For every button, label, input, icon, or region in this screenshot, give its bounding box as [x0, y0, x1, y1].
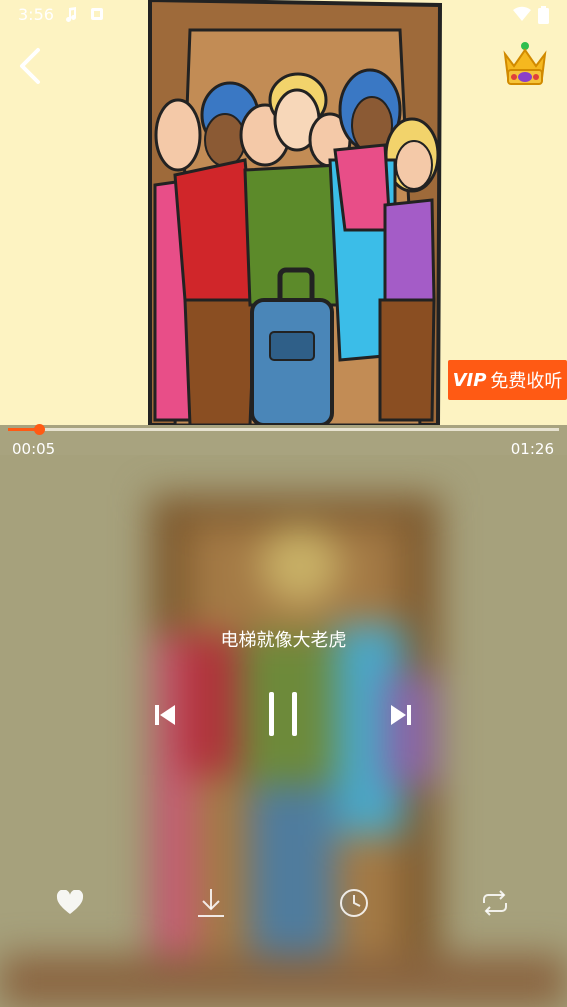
repeat-mode-button[interactable] — [475, 884, 515, 922]
crown-icon — [503, 42, 547, 85]
free-listen-label: 免费收听 — [490, 371, 563, 392]
clock-icon — [340, 889, 368, 917]
track-title: 电梯就像大老虎 — [220, 630, 347, 651]
download-icon — [198, 889, 224, 917]
status-bar: 3:56 — [0, 0, 567, 28]
previous-button[interactable] — [147, 697, 183, 733]
total-time: 01:26 — [510, 440, 554, 458]
current-time: 00:05 — [12, 440, 56, 458]
status-time: 3:56 — [18, 5, 54, 24]
battery-icon — [538, 6, 549, 28]
music-note-icon — [64, 6, 78, 26]
wifi-icon — [513, 6, 531, 26]
progress-bar[interactable] — [8, 424, 559, 435]
vip-crown-button[interactable] — [500, 40, 550, 88]
heart-icon — [56, 890, 84, 914]
back-button[interactable] — [14, 44, 54, 88]
pause-button[interactable] — [258, 688, 308, 740]
next-button[interactable] — [383, 697, 419, 733]
back-arrow-icon — [20, 48, 40, 84]
vip-free-listen-button[interactable]: VIP 免费收听 — [448, 360, 567, 400]
repeat-icon — [483, 890, 507, 916]
skip-next-icon — [391, 705, 411, 725]
progress-thumb[interactable] — [33, 424, 45, 435]
skip-previous-icon — [155, 705, 175, 725]
player-screen: 3:56 VIP 免费收听 00:05 01:26 电梯就像大老虎 — [0, 0, 567, 1007]
vip-label: VIP — [452, 369, 487, 391]
like-button[interactable] — [50, 884, 90, 922]
pause-icon — [269, 692, 297, 736]
sleep-timer-button[interactable] — [334, 884, 374, 922]
download-button[interactable] — [191, 884, 231, 922]
notification-box-icon — [90, 6, 104, 26]
